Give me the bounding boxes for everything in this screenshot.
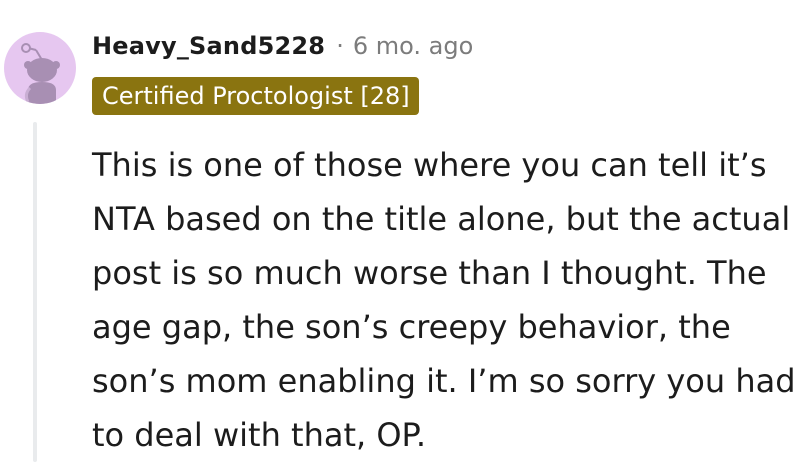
- thread-line[interactable]: [33, 122, 37, 462]
- default-snoo-avatar-icon: [21, 43, 60, 104]
- comment-author[interactable]: Heavy_Sand5228: [92, 32, 325, 60]
- comment-body: This is one of those where you can tell …: [92, 138, 802, 462]
- meta-separator: ·: [336, 32, 344, 60]
- comment-timestamp[interactable]: 6 mo. ago: [353, 32, 473, 60]
- user-avatar[interactable]: [4, 32, 76, 104]
- user-flair-badge: Certified Proctologist [28]: [92, 77, 419, 115]
- comment-text: This is one of those where you can tell …: [92, 146, 796, 454]
- comment-header: Heavy_Sand5228 · 6 mo. ago: [92, 28, 473, 64]
